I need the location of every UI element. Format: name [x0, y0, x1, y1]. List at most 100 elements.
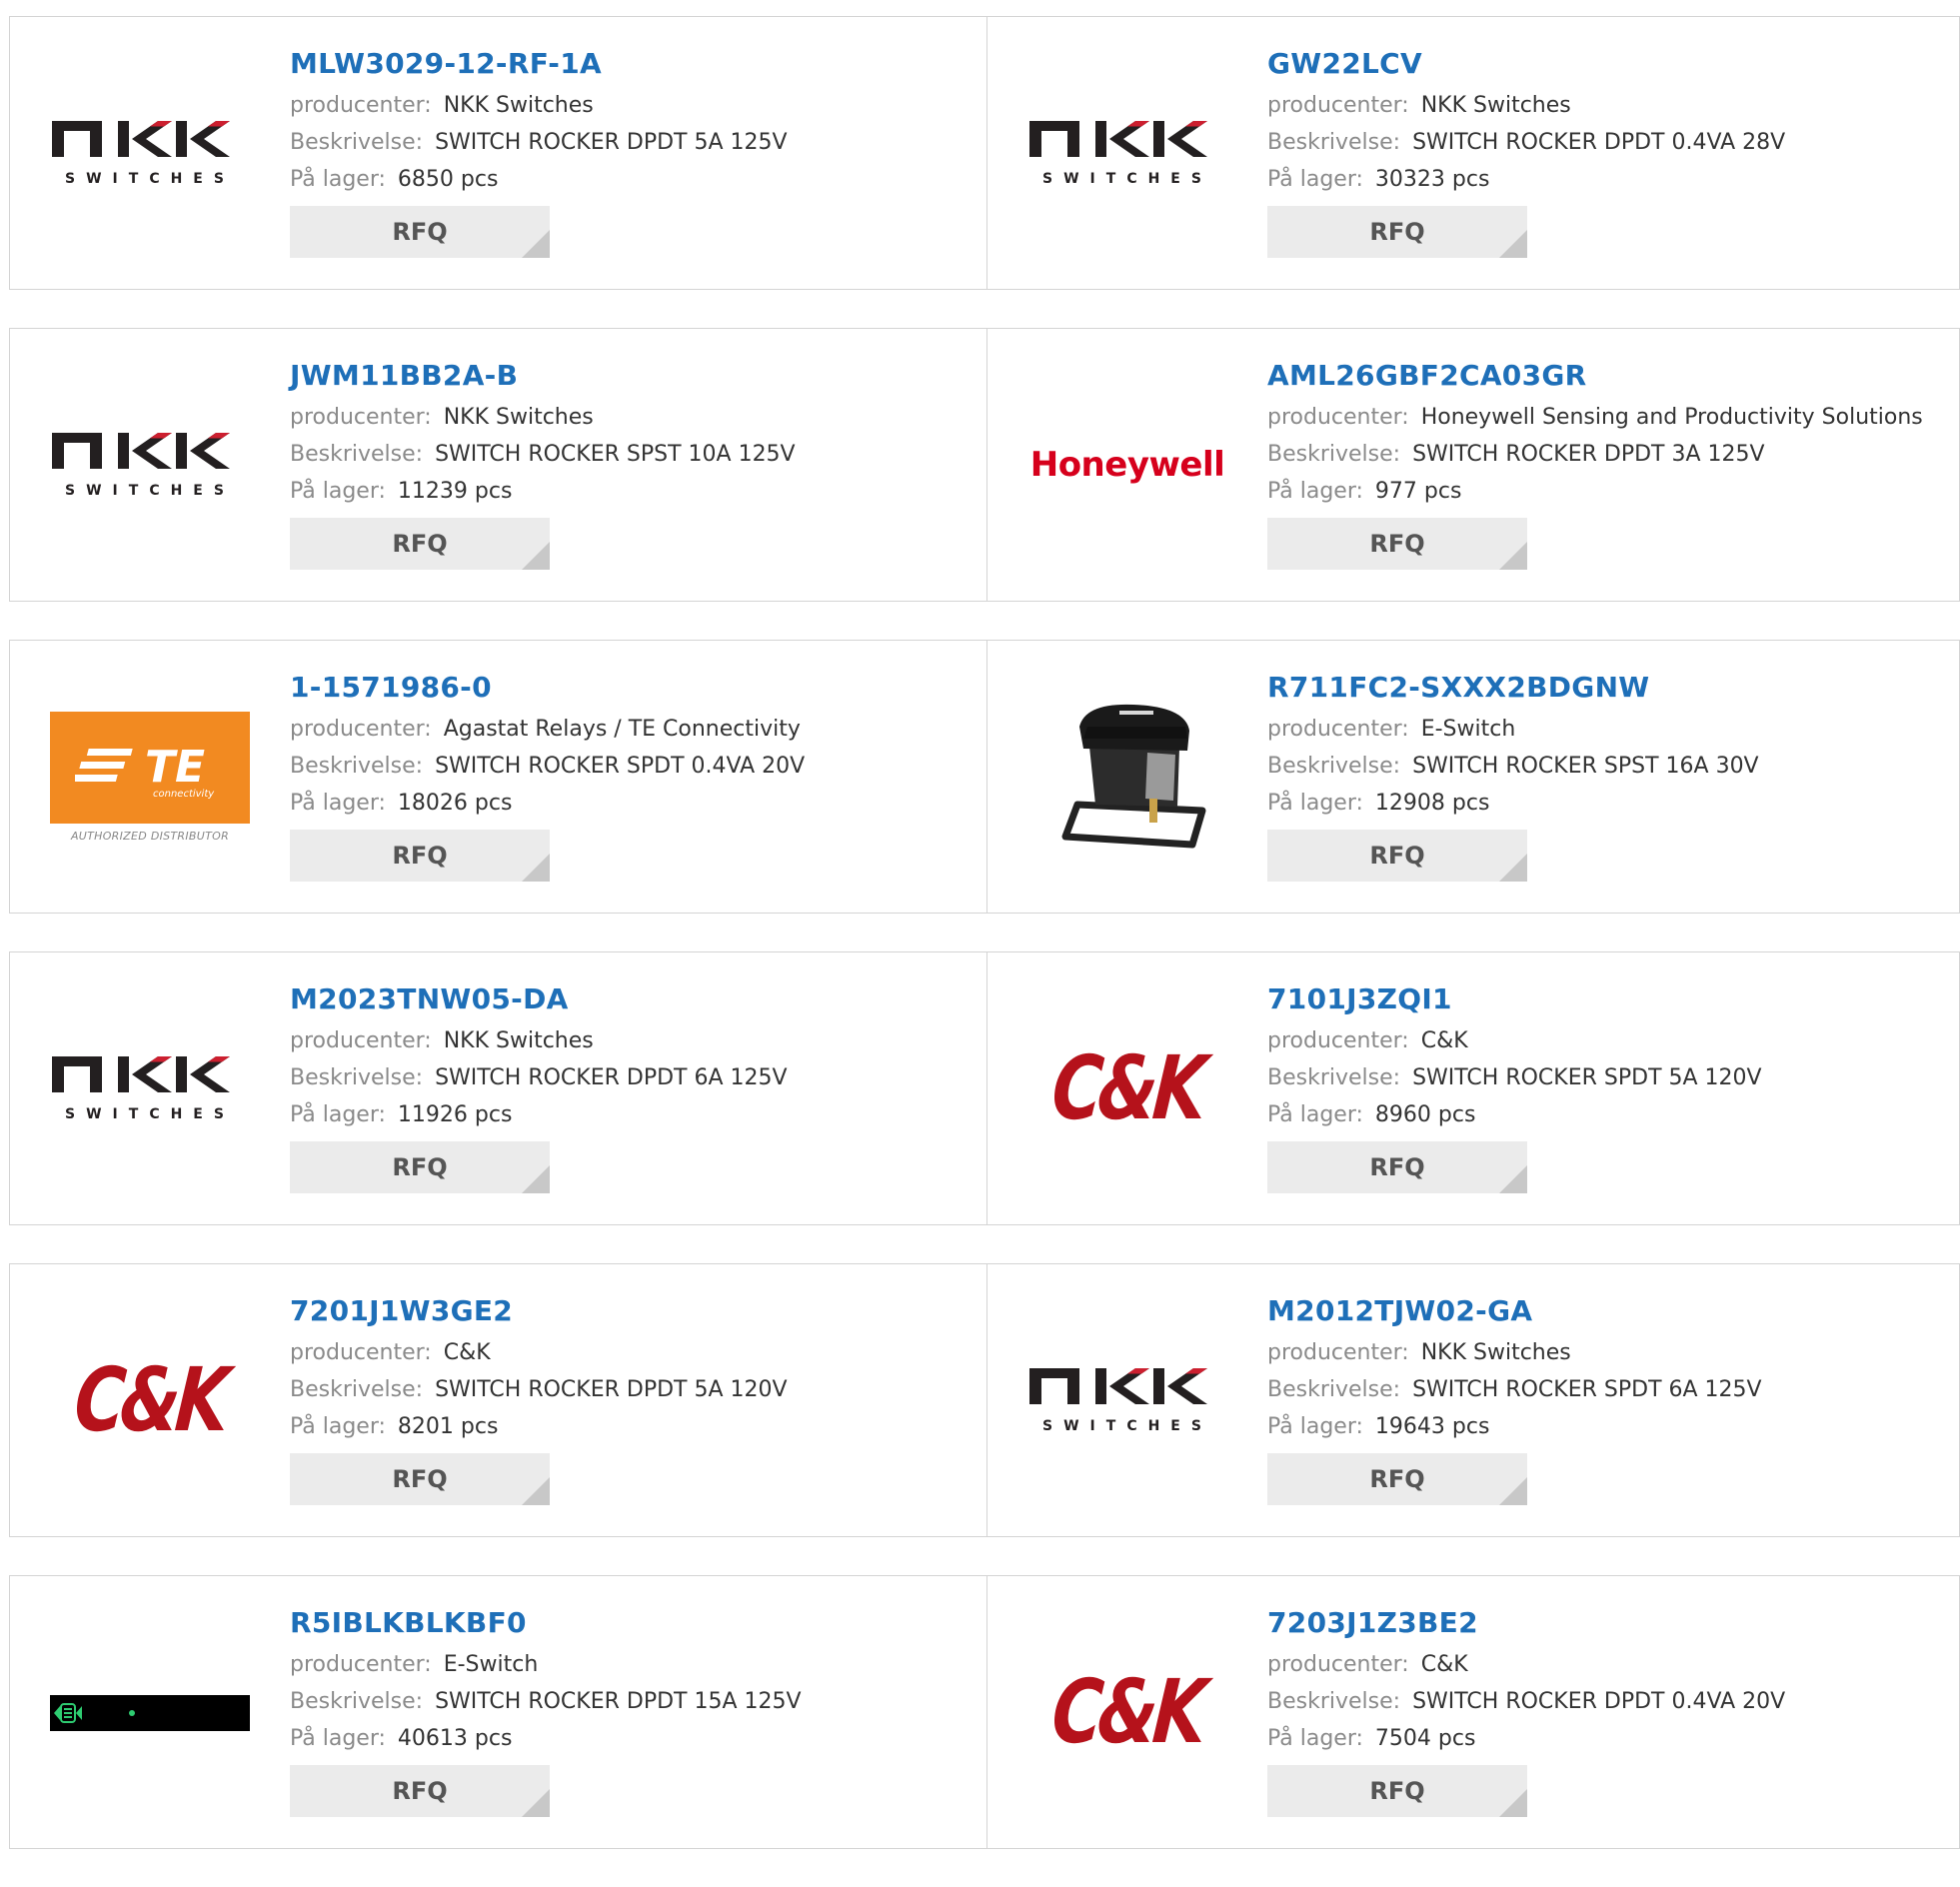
rocker-switch-image — [50, 1695, 250, 1731]
stock-row: På lager: 12908 pcs — [1267, 785, 1759, 822]
product-info: R5IBLKBLKBF0 producenter: E-Switch Beskrive… — [290, 1606, 802, 1817]
stock-label: På lager: — [1267, 1102, 1363, 1127]
description-value: SWITCH ROCKER DPDT 0.4VA 28V — [1412, 130, 1786, 155]
rocker-switch-photo — [1027, 687, 1227, 867]
rfq-button[interactable]: RFQ — [290, 206, 550, 258]
part-number-link[interactable]: R711FC2-SXXX2BDGNW — [1267, 671, 1759, 711]
stock-row: På lager: 11239 pcs — [290, 473, 796, 510]
nkk-logo: SWITCHES — [52, 121, 235, 187]
description-label: Beskrivelse: — [290, 1065, 424, 1090]
description-row: Beskrivelse: SWITCH ROCKER DPDT 0.4VA 20V — [1267, 1683, 1785, 1720]
stock-row: På lager: 19643 pcs — [1267, 1408, 1762, 1445]
producer-value: Honeywell Sensing and Productivity Solut… — [1420, 405, 1923, 430]
rfq-button-label: RFQ — [392, 218, 448, 246]
part-number-link[interactable]: R5IBLKBLKBF0 — [290, 1606, 802, 1646]
rfq-button[interactable]: RFQ — [1267, 830, 1527, 882]
rfq-corner-decoration — [522, 1477, 550, 1505]
part-number-link[interactable]: JWM11BB2A-B — [290, 359, 796, 399]
rfq-button[interactable]: RFQ — [290, 1453, 550, 1505]
part-number-link[interactable]: 1-1571986-0 — [290, 671, 805, 711]
rfq-button[interactable]: RFQ — [290, 518, 550, 570]
part-number-link[interactable]: MLW3029-12-RF-1A — [290, 47, 788, 87]
stock-value: 977 pcs — [1374, 479, 1462, 504]
description-value: SWITCH ROCKER DPDT 15A 125V — [435, 1689, 802, 1714]
nkk-logo-subtitle: SWITCHES — [65, 483, 235, 499]
producer-value: C&K — [1420, 1652, 1468, 1677]
product-grid: SWITCHES MLW3029-12-RF-1A producenter: NKK… — [9, 16, 1960, 1887]
product-info: AML26GBF2CA03GR producenter: Honeywell Sen… — [1267, 359, 1923, 570]
description-row: Beskrivelse: SWITCH ROCKER SPDT 0.4VA 20V — [290, 748, 805, 785]
producer-value: C&K — [443, 1340, 491, 1365]
description-row: Beskrivelse: SWITCH ROCKER SPST 10A 125V — [290, 436, 796, 473]
description-value: SWITCH ROCKER DPDT 0.4VA 20V — [1412, 1689, 1786, 1714]
part-number-link[interactable]: AML26GBF2CA03GR — [1267, 359, 1923, 399]
nkk-logo: SWITCHES — [50, 63, 250, 243]
honeywell-logo-text: Honeywell — [1029, 445, 1225, 485]
part-number-link[interactable]: GW22LCV — [1267, 47, 1785, 87]
description-label: Beskrivelse: — [1267, 754, 1401, 779]
rfq-button[interactable]: RFQ — [1267, 1765, 1527, 1817]
description-value: SWITCH ROCKER DPDT 5A 125V — [435, 130, 788, 155]
producer-row: producenter: NKK Switches — [1267, 1334, 1762, 1371]
product-info: GW22LCV producenter: NKK Switches Beskrivel… — [1267, 47, 1785, 258]
description-label: Beskrivelse: — [1267, 130, 1401, 155]
product-row: TE connectivity AUTHORIZED DISTRIBUTOR 1-15… — [9, 640, 1960, 914]
stock-value: 8960 pcs — [1374, 1102, 1476, 1127]
rfq-button[interactable]: RFQ — [290, 830, 550, 882]
rfq-button-label: RFQ — [392, 842, 448, 870]
ck-logo-text: C&K — [71, 1348, 229, 1451]
stock-label: På lager: — [1267, 791, 1363, 816]
part-number-link[interactable]: M2012TJW02-GA — [1267, 1294, 1762, 1334]
producer-label: producenter: — [290, 1340, 432, 1365]
description-value: SWITCH ROCKER DPDT 3A 125V — [1412, 442, 1765, 467]
description-label: Beskrivelse: — [290, 754, 424, 779]
description-label: Beskrivelse: — [1267, 1689, 1401, 1714]
product-row: R5IBLKBLKBF0 producenter: E-Switch Beskrive… — [9, 1575, 1960, 1849]
rfq-button[interactable]: RFQ — [1267, 206, 1527, 258]
ck-logo-text: C&K — [1048, 1036, 1206, 1139]
nkk-logo-subtitle: SWITCHES — [65, 171, 235, 187]
stock-value: 30323 pcs — [1374, 167, 1490, 192]
rfq-button[interactable]: RFQ — [1267, 1453, 1527, 1505]
stock-value: 18026 pcs — [397, 791, 513, 816]
description-value: SWITCH ROCKER SPDT 5A 120V — [1412, 1065, 1762, 1090]
rfq-button[interactable]: RFQ — [1267, 518, 1527, 570]
part-number-link[interactable]: 7203J1Z3BE2 — [1267, 1606, 1785, 1646]
product-row: SWITCHES JWM11BB2A-B producenter: NKK Swit… — [9, 328, 1960, 602]
stock-label: På lager: — [290, 1102, 386, 1127]
producer-value: Agastat Relays / TE Connectivity — [443, 717, 801, 742]
product-card: SWITCHES JWM11BB2A-B producenter: NKK Swit… — [9, 328, 986, 602]
product-card: SWITCHES M2023TNW05-DA producenter: NKK Sw… — [9, 951, 986, 1225]
producer-row: producenter: Honeywell Sensing and Produc… — [1267, 399, 1923, 436]
product-card: SWITCHES MLW3029-12-RF-1A producenter: NKK… — [9, 16, 986, 290]
stock-value: 11926 pcs — [397, 1102, 513, 1127]
stock-value: 12908 pcs — [1374, 791, 1490, 816]
description-row: Beskrivelse: SWITCH ROCKER DPDT 0.4VA 28V — [1267, 124, 1785, 161]
part-number-link[interactable]: 7201J1W3GE2 — [290, 1294, 788, 1334]
ck-logo-text: C&K — [1048, 1660, 1206, 1763]
rfq-button[interactable]: RFQ — [290, 1141, 550, 1193]
product-row: SWITCHES M2023TNW05-DA producenter: NKK Sw… — [9, 951, 1960, 1225]
stock-label: På lager: — [1267, 167, 1363, 192]
producer-row: producenter: C&K — [1267, 1646, 1785, 1683]
ck-logo: C&K — [50, 1310, 250, 1490]
nkk-logo: SWITCHES — [1029, 121, 1207, 187]
part-number-link[interactable]: M2023TNW05-DA — [290, 982, 788, 1022]
nkk-logo: SWITCHES — [50, 375, 250, 555]
rfq-button[interactable]: RFQ — [290, 1765, 550, 1817]
stock-label: På lager: — [290, 1414, 386, 1439]
te-logo-mark: TEconnectivity — [75, 742, 215, 800]
rfq-corner-decoration — [522, 1789, 550, 1817]
producer-label: producenter: — [1267, 1028, 1409, 1053]
nkk-logo: SWITCHES — [1027, 1310, 1227, 1490]
rfq-button[interactable]: RFQ — [1267, 1141, 1527, 1193]
stock-value: 40613 pcs — [397, 1726, 513, 1751]
producer-label: producenter: — [290, 93, 432, 118]
rocker-switch-image — [1061, 704, 1206, 849]
ck-logo: C&K — [1027, 1622, 1227, 1802]
description-label: Beskrivelse: — [290, 130, 424, 155]
part-number-link[interactable]: 7101J3ZQI1 — [1267, 982, 1762, 1022]
product-info: 1-1571986-0 producenter: Agastat Relays / … — [290, 671, 805, 882]
producer-row: producenter: NKK Switches — [1267, 87, 1785, 124]
product-card: C&K 7201J1W3GE2 producenter: C&K Beskrivelse… — [9, 1263, 986, 1537]
